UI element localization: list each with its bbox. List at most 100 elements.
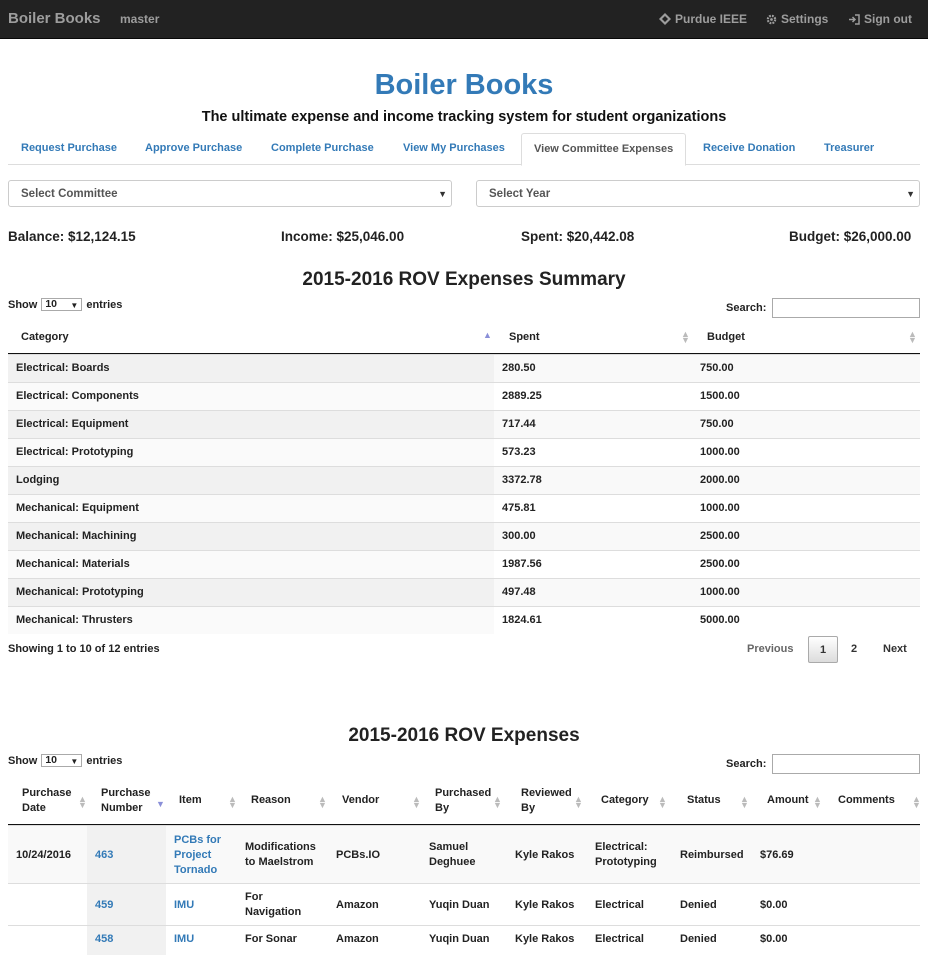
sort-both-icon: ▲ ▼ xyxy=(574,794,583,810)
org-link[interactable]: Purdue IEEE xyxy=(659,12,747,26)
tab-approve-purchase[interactable]: Approve Purchase xyxy=(145,133,242,165)
sort-both-icon: ▲ ▼ xyxy=(658,794,667,810)
page-title: Boiler Books xyxy=(374,69,554,101)
main-tabs: Request Purchase Approve Purchase Comple… xyxy=(8,133,920,166)
sort-both-icon: ▲ ▼ xyxy=(740,794,749,810)
search-label: Search: xyxy=(726,302,767,314)
branch-label: master xyxy=(120,12,160,26)
sort-both-icon: ▲ ▼ xyxy=(493,794,502,810)
sort-both-icon: ▲ ▼ xyxy=(318,794,327,810)
signout-link[interactable]: Sign out xyxy=(848,12,912,26)
table-row: Mechanical: Materials 1987.56 2500.00 xyxy=(8,550,920,578)
number-cell[interactable]: 459 xyxy=(95,898,113,913)
col-purchase-number[interactable]: Purchase Number xyxy=(101,786,151,816)
col-vendor[interactable]: Vendor xyxy=(342,793,379,808)
next-page-button[interactable]: Next xyxy=(883,636,907,663)
col-purchase-date[interactable]: Purchase Date xyxy=(22,786,72,816)
previous-page-button[interactable]: Previous xyxy=(747,636,793,663)
page-1-button[interactable]: 1 xyxy=(808,636,838,663)
spent-cell: 1824.61 xyxy=(502,614,542,626)
expenses-page-size-select[interactable]: 10 ▼ xyxy=(41,754,83,767)
col-reviewed-by[interactable]: Reviewed By xyxy=(521,786,572,816)
cell-line: Project xyxy=(174,849,212,861)
budget-cell: 1000.00 xyxy=(700,502,740,514)
item-cell[interactable]: PCBs for Project Tornado xyxy=(174,833,221,878)
amount-cell: $76.69 xyxy=(760,848,794,863)
cell-line: Amazon xyxy=(336,899,379,911)
cell-line: Modifications xyxy=(245,841,316,853)
spent-cell: 717.44 xyxy=(502,418,536,430)
category-cell: Electrical: Equipment xyxy=(16,418,129,430)
reason-cell: Modifications to Maelstrom xyxy=(245,840,316,870)
page-2-button[interactable]: 2 xyxy=(851,636,857,663)
expenses-length-control: Show 10 ▼ entries xyxy=(8,754,122,767)
col-status[interactable]: Status xyxy=(687,793,721,808)
category-cell: Electrical: Boards xyxy=(16,362,110,374)
table-row: Mechanical: Equipment 475.81 1000.00 xyxy=(8,494,920,522)
item-cell[interactable]: IMU xyxy=(174,932,194,947)
cell-line: Electrical: xyxy=(595,841,648,853)
entries-label: entries xyxy=(86,298,123,311)
summary-col-spent[interactable]: Spent xyxy=(509,330,540,345)
year-select[interactable]: Select Year ▼ xyxy=(476,180,920,207)
reviewed-by-cell: Kyle Rakos xyxy=(515,932,574,947)
tab-complete-purchase[interactable]: Complete Purchase xyxy=(271,133,374,165)
reason-cell: For Navigation xyxy=(245,890,301,920)
status-cell: Reimbursed xyxy=(680,848,744,863)
header-line: Comments xyxy=(838,794,895,806)
cell-line: $0.00 xyxy=(760,933,788,945)
summary-col-budget[interactable]: Budget xyxy=(707,330,745,345)
spent-cell: 280.50 xyxy=(502,362,536,374)
col-reason[interactable]: Reason xyxy=(251,793,291,808)
tab-receive-donation[interactable]: Receive Donation xyxy=(703,133,795,165)
sort-both-icon: ▲ ▼ xyxy=(78,794,87,810)
committee-select[interactable]: Select Committee ▼ xyxy=(8,180,452,207)
item-cell[interactable]: IMU xyxy=(174,898,194,913)
signout-label: Sign out xyxy=(864,12,912,26)
brand-link[interactable]: Boiler Books xyxy=(8,10,101,27)
summary-col-category[interactable]: Category xyxy=(21,330,69,345)
category-cell: Mechanical: Equipment xyxy=(16,502,139,514)
spent-cell: 2889.25 xyxy=(502,390,542,402)
tab-view-my-purchases[interactable]: View My Purchases xyxy=(403,133,505,165)
tab-view-committee-expenses[interactable]: View Committee Expenses xyxy=(521,133,687,166)
table-row: Electrical: Boards 280.50 750.00 xyxy=(8,354,920,382)
col-comments[interactable]: Comments xyxy=(838,793,895,808)
col-category[interactable]: Category xyxy=(601,793,649,808)
settings-link[interactable]: Settings xyxy=(766,12,828,26)
header-line: Reason xyxy=(251,794,291,806)
col-item[interactable]: Item xyxy=(179,793,202,808)
number-cell[interactable]: 458 xyxy=(95,932,113,947)
cell-line: to Maelstrom xyxy=(245,856,314,868)
sort-both-icon: ▲ ▼ xyxy=(681,329,690,345)
summary-page-size-select[interactable]: 10 ▼ xyxy=(41,298,83,311)
category-cell: Electrical: Prototyping xyxy=(595,840,657,870)
budget-cell: 1000.00 xyxy=(700,586,740,598)
summary-search-input[interactable] xyxy=(772,298,921,318)
header-line: Purchased xyxy=(435,787,492,799)
date-cell: 10/24/2016 xyxy=(16,848,71,863)
balance-stat: Balance: $12,124.15 xyxy=(8,229,136,244)
category-cell: Mechanical: Machining xyxy=(16,530,137,542)
cell-line: Electrical xyxy=(595,899,644,911)
table-row: 459 IMU For Navigation Amazon Yuqin Duan Kyle … xyxy=(8,883,920,925)
cell-line: Navigation xyxy=(245,906,302,918)
cell-line: Tornado xyxy=(174,864,218,876)
tab-treasurer[interactable]: Treasurer xyxy=(824,133,874,165)
sort-asc-icon: ▲ xyxy=(483,330,492,340)
tab-request-purchase[interactable]: Request Purchase xyxy=(21,133,117,165)
cell-line: 463 xyxy=(95,849,114,861)
cell-line: Amazon xyxy=(336,933,379,945)
table-row: Mechanical: Prototyping 497.48 1000.00 xyxy=(8,578,920,606)
table-row: Electrical: Equipment 717.44 750.00 xyxy=(8,410,920,438)
amount-cell: $0.00 xyxy=(760,898,788,913)
expenses-search-input[interactable] xyxy=(772,754,921,774)
header-line: Reviewed xyxy=(521,787,572,799)
chevron-down-icon: ▼ xyxy=(906,189,915,199)
cell-line: For xyxy=(245,891,263,903)
ieee-logo-icon xyxy=(659,13,671,25)
col-purchased-by[interactable]: Purchased By xyxy=(435,786,491,816)
number-cell[interactable]: 463 xyxy=(95,848,113,863)
show-label: Show xyxy=(8,298,38,311)
col-amount[interactable]: Amount xyxy=(767,793,809,808)
